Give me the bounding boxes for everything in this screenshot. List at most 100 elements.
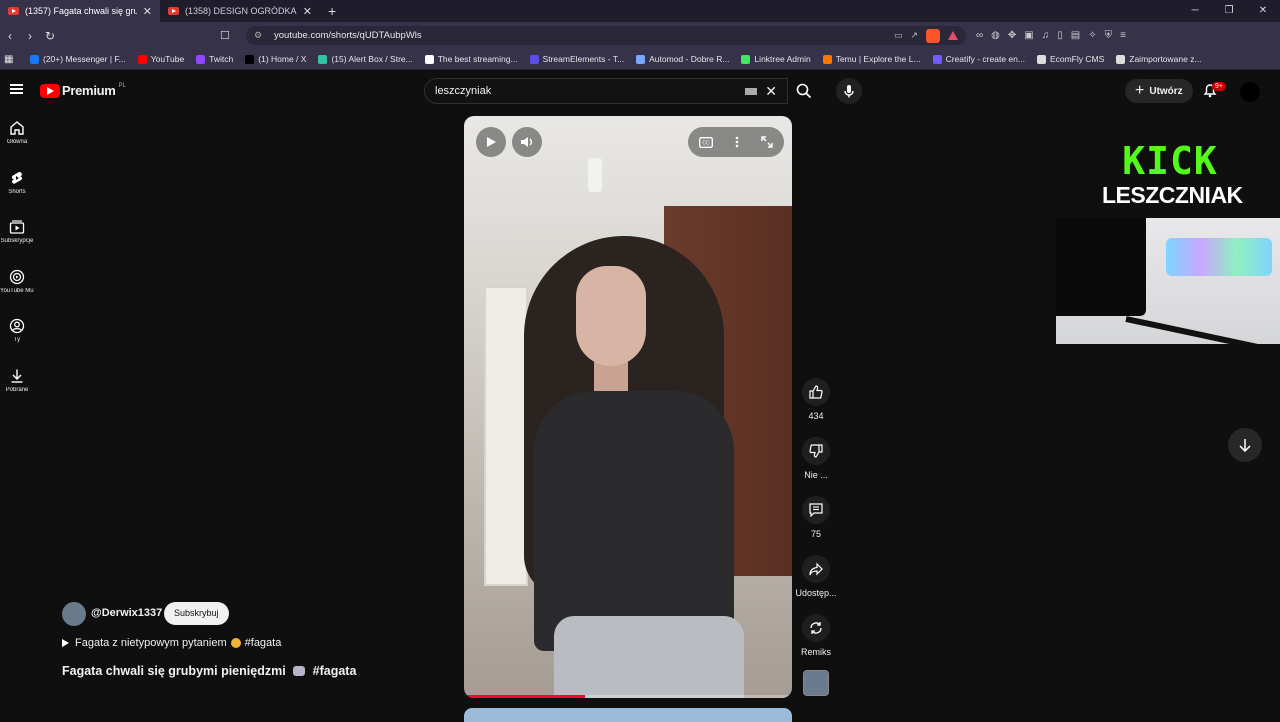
bookmark-item[interactable]: Temu | Explore the L... (822, 54, 921, 64)
bookmark-item[interactable]: YouTube (137, 54, 184, 64)
close-window-icon[interactable]: ✕ (1246, 0, 1280, 22)
share-label: Udostęp... (795, 588, 837, 598)
puzzle-icon[interactable]: ✥ (1008, 30, 1016, 41)
brave-rewards-icon[interactable] (948, 31, 958, 40)
sound-thumbnail[interactable] (803, 670, 829, 696)
extension-icon[interactable]: ◍ (991, 30, 1000, 41)
share-button[interactable]: Udostęp... (795, 555, 837, 614)
bookmark-item[interactable]: StreamElements - T... (529, 54, 624, 64)
bookmark-item[interactable]: Creatify - create en... (932, 54, 1025, 64)
sidebar-item-label: Shorts (8, 188, 26, 195)
sidebar-item-label: Ty (13, 337, 21, 343)
clear-search-icon[interactable]: ✕ (765, 83, 777, 100)
bookmark-item[interactable]: (15) Alert Box / Stre... (318, 54, 413, 64)
bookmark-page-icon[interactable]: ☐ (220, 29, 234, 42)
sidebar-item-download[interactable]: Pobrane (0, 368, 34, 418)
mini-sidebar: Główna Shorts Subskrypcje YouTube Mu... Ty Po… (0, 120, 34, 417)
dislike-label: Nie ... (804, 470, 828, 480)
keyboard-icon[interactable] (745, 87, 758, 95)
maximize-icon[interactable]: ❐ (1212, 0, 1246, 22)
account-avatar[interactable] (1240, 82, 1260, 102)
music-icon[interactable]: ♫ (1042, 30, 1050, 41)
sidebar-item-subscriptions[interactable]: Subskrypcje (0, 219, 34, 269)
volume-button[interactable] (512, 127, 542, 157)
bookmark-item[interactable]: Linktree Admin (741, 54, 811, 64)
bookmark-item[interactable]: Automod - Dobre R... (636, 54, 729, 64)
captions-icon[interactable]: CC (699, 136, 713, 148)
bookmark-label: The best streaming... (437, 54, 518, 64)
like-button[interactable]: 434 (795, 378, 837, 437)
play-button[interactable] (476, 127, 506, 157)
extension-icon[interactable]: ∞ (976, 30, 983, 41)
sidebar-item-shorts[interactable]: Shorts (0, 170, 34, 220)
brave-shields-icon[interactable] (926, 28, 940, 43)
dislike-button[interactable]: Nie ... (795, 437, 837, 496)
browser-tab[interactable]: (1358) DESIGN OGRÓDKAI - MINECR ✕ (160, 0, 320, 22)
more-options-icon[interactable] (735, 136, 739, 148)
forward-icon[interactable]: › (20, 29, 40, 43)
playlist-link[interactable]: Fagata z nietypowym pytaniem #fagata (62, 637, 281, 649)
close-tab-icon[interactable]: ✕ (143, 5, 152, 18)
bookmark-item[interactable]: Zaimportowane z... (1116, 54, 1202, 64)
new-tab-icon[interactable]: + (328, 3, 336, 19)
youtube-favicon-icon (168, 7, 179, 15)
sidebar-toggle-icon[interactable]: ▯ (1057, 30, 1063, 41)
shorts-actions: 434 Nie ... 75 Udostęp... Remiks (795, 378, 837, 673)
voice-search-button[interactable] (836, 78, 862, 104)
video-title: Fagata chwali się grubymi pieniędzmi #fa… (62, 664, 356, 678)
search-button[interactable] (788, 78, 820, 104)
search-input[interactable]: leszczyniak ✕ (424, 78, 788, 104)
channel-name[interactable]: @Derwix1337 (91, 607, 162, 619)
minimize-icon[interactable]: ─ (1178, 0, 1212, 22)
youtube-favicon-icon (8, 7, 19, 15)
browser-tab-active[interactable]: (1357) Fagata chwali się grubymi ✕ (0, 0, 160, 22)
like-count: 434 (808, 411, 824, 421)
bookmark-label: Creatify - create en... (945, 54, 1025, 64)
vpn-icon[interactable]: ⛨ (1105, 30, 1113, 41)
sidebar-item-user[interactable]: Ty (0, 318, 34, 368)
bookmark-item[interactable]: Twitch (196, 54, 233, 64)
home-icon (10, 121, 24, 135)
back-icon[interactable]: ‹ (0, 29, 20, 43)
comments-button[interactable]: 75 (795, 496, 837, 555)
bookmark-favicon-icon (196, 54, 206, 64)
close-tab-icon[interactable]: ✕ (303, 5, 312, 18)
bookmark-label: Zaimportowane z... (1129, 54, 1202, 64)
create-button[interactable]: + Utwórz (1125, 79, 1193, 103)
remix-button[interactable]: Remiks (795, 614, 837, 673)
cast-icon[interactable]: ▭ (894, 30, 903, 41)
shorts-icon (11, 171, 23, 184)
playlist-hashtag[interactable]: #fagata (245, 637, 282, 649)
bookmark-label: EcomFly CMS (1049, 54, 1105, 64)
site-settings-icon[interactable]: ⚙ (254, 30, 264, 41)
bookmark-label: Temu | Explore the L... (835, 54, 921, 64)
address-bar[interactable]: ⚙ youtube.com/shorts/qUDTAubpWls ▭ ↗ (246, 26, 966, 45)
wallet-icon[interactable]: ▤ (1071, 30, 1080, 41)
bookmark-item[interactable]: (1) Home / X (245, 54, 306, 64)
video-hashtag[interactable]: #fagata (313, 664, 357, 678)
bookmark-item[interactable]: (20+) Messenger | F... (30, 54, 126, 64)
bookmark-item[interactable]: The best streaming... (424, 54, 518, 64)
extension-icon[interactable]: ▣ (1024, 30, 1033, 41)
notification-badge: 9+ (1212, 82, 1226, 91)
youtube-premium-logo[interactable]: Premium PL (40, 83, 126, 98)
share-icon[interactable]: ↗ (910, 30, 918, 41)
bookmark-item[interactable]: EcomFly CMS (1036, 54, 1105, 64)
shorts-video-player[interactable]: CC (464, 116, 792, 698)
channel-avatar[interactable] (62, 602, 86, 626)
leo-icon[interactable]: ✧ (1088, 30, 1096, 41)
plus-icon: + (1135, 82, 1145, 99)
subscribe-button[interactable]: Subskrybuj (164, 602, 229, 625)
youtube-play-icon (40, 83, 60, 98)
reload-icon[interactable]: ↻ (40, 29, 60, 43)
apps-grid-icon[interactable]: ▦ (4, 54, 16, 65)
sidebar-item-music[interactable]: YouTube Mu... (0, 269, 34, 319)
video-progress-bar[interactable] (464, 695, 792, 698)
menu-icon[interactable]: ≡ (1120, 30, 1126, 41)
next-video-button[interactable] (1228, 428, 1262, 462)
hamburger-menu-icon[interactable] (10, 84, 23, 94)
fullscreen-icon[interactable] (761, 136, 773, 148)
video-scene-pants (554, 616, 744, 698)
sidebar-item-home[interactable]: Główna (0, 120, 34, 170)
sidebar-item-label: Subskrypcje (0, 238, 34, 244)
